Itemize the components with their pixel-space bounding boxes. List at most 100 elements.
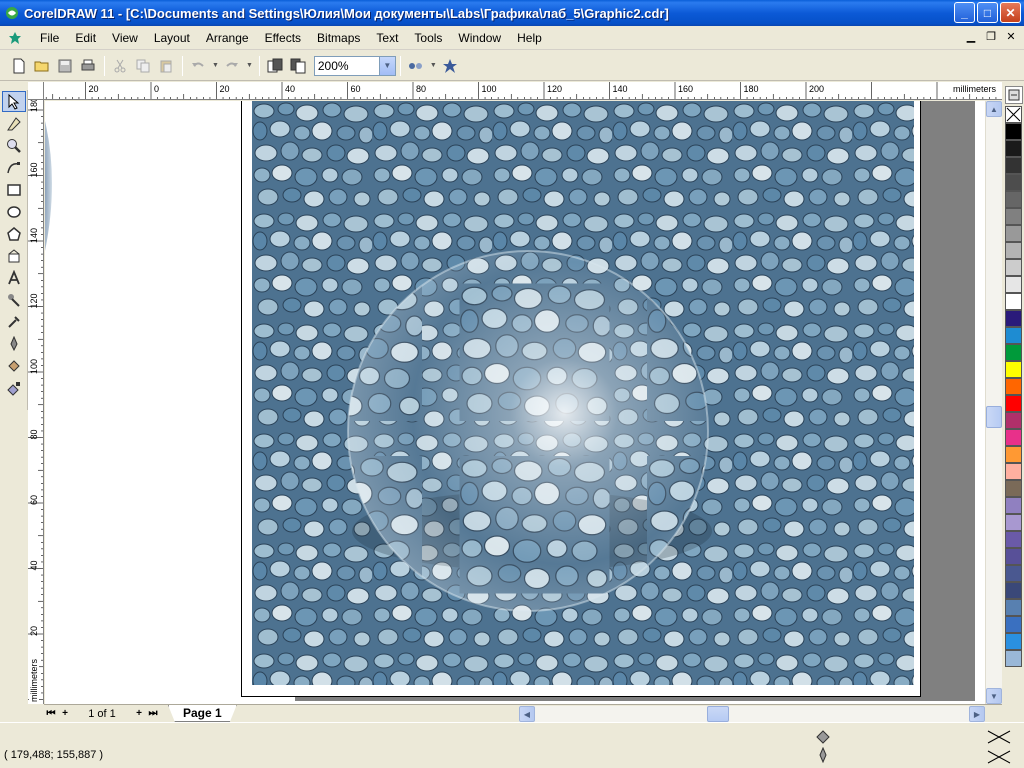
text-tool[interactable] xyxy=(2,267,26,288)
menu-help[interactable]: Help xyxy=(509,28,550,48)
palette-swatch[interactable] xyxy=(1005,344,1022,361)
menu-window[interactable]: Window xyxy=(450,28,509,48)
palette-swatch[interactable] xyxy=(1005,463,1022,480)
palette-swatch[interactable] xyxy=(1005,429,1022,446)
palette-swatch[interactable] xyxy=(1005,174,1022,191)
outline-status-icon[interactable] xyxy=(816,747,830,763)
fill-tool[interactable] xyxy=(2,355,26,376)
palette-swatch[interactable] xyxy=(1005,242,1022,259)
drawing-canvas[interactable] xyxy=(45,101,985,704)
eyedropper-tool[interactable] xyxy=(2,311,26,332)
palette-swatch[interactable] xyxy=(1005,225,1022,242)
palette-swatch[interactable] xyxy=(1005,446,1022,463)
maximize-button[interactable]: □ xyxy=(977,2,998,23)
palette-swatch[interactable] xyxy=(1005,395,1022,412)
scroll-down-button[interactable]: ▼ xyxy=(986,688,1002,704)
page-tab-1[interactable]: Page 1 xyxy=(168,705,237,722)
fill-status-icon[interactable] xyxy=(814,729,832,745)
scroll-right-button[interactable]: ▶ xyxy=(969,706,985,722)
last-page-button[interactable]: ⏭ xyxy=(146,707,160,721)
palette-swatch[interactable] xyxy=(1005,361,1022,378)
menu-text[interactable]: Text xyxy=(368,28,406,48)
minimize-button[interactable]: _ xyxy=(954,2,975,23)
pick-tool[interactable] xyxy=(2,91,26,112)
basic-shapes-tool[interactable] xyxy=(2,245,26,266)
menu-file[interactable]: File xyxy=(32,28,67,48)
insert-page-before-button[interactable]: + xyxy=(58,707,72,721)
save-button[interactable] xyxy=(54,55,76,77)
doc-restore-button[interactable]: ❐ xyxy=(984,30,998,44)
palette-swatch[interactable] xyxy=(1005,599,1022,616)
undo-button[interactable] xyxy=(187,55,209,77)
rectangle-tool[interactable] xyxy=(2,179,26,200)
palette-swatch[interactable] xyxy=(1005,191,1022,208)
vertical-scrollbar[interactable]: ▲ ▼ xyxy=(985,101,1002,704)
interactive-fill-tool[interactable] xyxy=(2,377,26,398)
palette-options-button[interactable] xyxy=(1005,86,1023,104)
palette-swatch[interactable] xyxy=(1005,140,1022,157)
redo-dropdown-icon[interactable]: ▼ xyxy=(246,62,253,69)
menu-arrange[interactable]: Arrange xyxy=(198,28,257,48)
doc-minimize-button[interactable]: ▁ xyxy=(964,30,978,44)
palette-swatch[interactable] xyxy=(1005,582,1022,599)
menu-edit[interactable]: Edit xyxy=(67,28,104,48)
print-button[interactable] xyxy=(77,55,99,77)
horizontal-scrollbar[interactable]: ◀ ▶ xyxy=(519,706,985,722)
paste-button[interactable] xyxy=(155,55,177,77)
ellipse-tool[interactable] xyxy=(2,201,26,222)
palette-swatch[interactable] xyxy=(1005,650,1022,667)
palette-swatch[interactable] xyxy=(1005,514,1022,531)
ruler-origin[interactable] xyxy=(28,82,44,100)
palette-swatch[interactable] xyxy=(1005,310,1022,327)
undo-dropdown-icon[interactable]: ▼ xyxy=(212,62,219,69)
palette-swatch[interactable] xyxy=(1005,548,1022,565)
menu-bitmaps[interactable]: Bitmaps xyxy=(309,28,368,48)
horizontal-scroll-thumb[interactable] xyxy=(707,706,729,722)
new-document-button[interactable] xyxy=(8,55,30,77)
menu-effects[interactable]: Effects xyxy=(257,28,309,48)
doc-close-button[interactable]: ✕ xyxy=(1004,30,1018,44)
offscreen-sphere-fragment[interactable] xyxy=(45,101,105,704)
vertical-ruler[interactable]: 180 160 140 120 100 80 60 40 20 millimeters xyxy=(28,100,44,704)
corel-online-button[interactable] xyxy=(439,55,461,77)
shape-tool[interactable] xyxy=(2,113,26,134)
open-button[interactable] xyxy=(31,55,53,77)
polygon-tool[interactable] xyxy=(2,223,26,244)
no-color-swatch[interactable] xyxy=(1005,106,1022,123)
palette-swatch[interactable] xyxy=(1005,259,1022,276)
palette-swatch[interactable] xyxy=(1005,276,1022,293)
interactive-tool[interactable] xyxy=(2,289,26,310)
palette-swatch[interactable] xyxy=(1005,633,1022,650)
palette-swatch[interactable] xyxy=(1005,412,1022,429)
insert-page-after-button[interactable]: + xyxy=(132,707,146,721)
palette-swatch[interactable] xyxy=(1005,157,1022,174)
application-launcher-button[interactable] xyxy=(405,55,427,77)
palette-swatch[interactable] xyxy=(1005,480,1022,497)
cut-button[interactable] xyxy=(109,55,131,77)
launcher-dropdown-icon[interactable]: ▼ xyxy=(430,62,437,69)
horizontal-ruler[interactable]: 4020020406080100120140160180200 millimet… xyxy=(44,82,1002,100)
document-icon[interactable] xyxy=(6,29,24,47)
coreldraw-app-icon[interactable] xyxy=(4,5,20,21)
palette-swatch[interactable] xyxy=(1005,327,1022,344)
close-button[interactable]: ✕ xyxy=(1000,2,1021,23)
scroll-left-button[interactable]: ◀ xyxy=(519,706,535,722)
palette-swatch[interactable] xyxy=(1005,378,1022,395)
outline-tool[interactable] xyxy=(2,333,26,354)
palette-swatch[interactable] xyxy=(1005,497,1022,514)
pebble-bitmap[interactable] xyxy=(252,101,914,685)
palette-swatch[interactable] xyxy=(1005,565,1022,582)
palette-swatch[interactable] xyxy=(1005,293,1022,310)
copy-button[interactable] xyxy=(132,55,154,77)
menu-tools[interactable]: Tools xyxy=(406,28,450,48)
palette-swatch[interactable] xyxy=(1005,531,1022,548)
palette-swatch[interactable] xyxy=(1005,123,1022,140)
curve-tool[interactable] xyxy=(2,157,26,178)
redo-button[interactable] xyxy=(221,55,243,77)
export-button[interactable] xyxy=(287,55,309,77)
import-button[interactable] xyxy=(264,55,286,77)
menu-layout[interactable]: Layout xyxy=(146,28,198,48)
palette-swatch[interactable] xyxy=(1005,616,1022,633)
chevron-down-icon[interactable]: ▼ xyxy=(378,56,395,75)
palette-swatch[interactable] xyxy=(1005,208,1022,225)
